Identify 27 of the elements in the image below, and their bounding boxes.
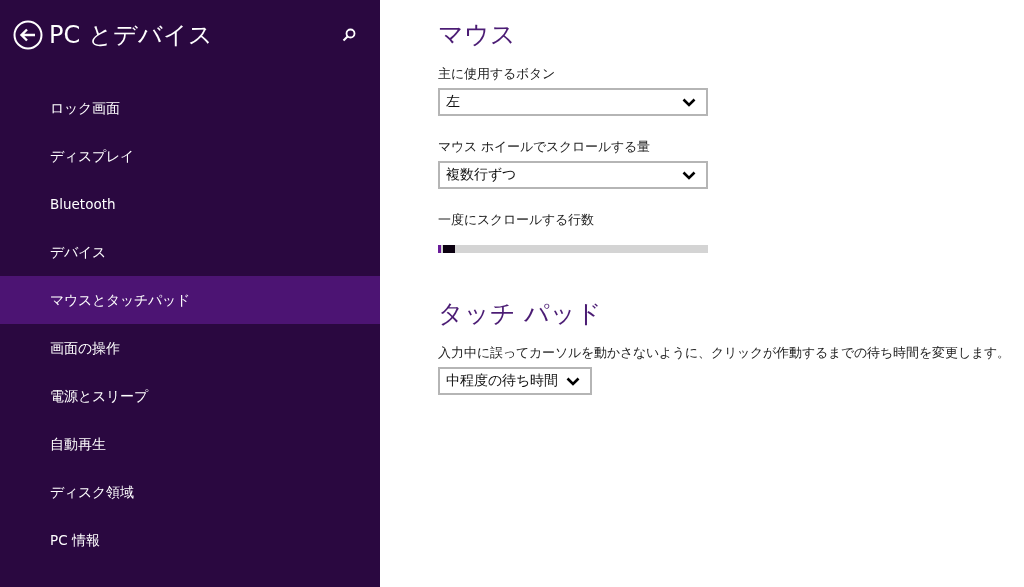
chevron-icon: [682, 97, 696, 107]
chevron-icon: [566, 376, 580, 386]
dropdown[interactable]: 中程度の待ち時間: [438, 367, 592, 395]
sidebar-item[interactable]: ロック画面: [0, 84, 380, 132]
back-icon[interactable]: [13, 20, 43, 50]
chevron-icon: [682, 170, 696, 180]
sidebar-item[interactable]: Bluetooth: [0, 180, 380, 228]
slider[interactable]: [438, 245, 708, 253]
sidebar-item[interactable]: 画面の操作: [0, 324, 380, 372]
sidebar-item[interactable]: PC 情報: [0, 516, 380, 564]
setting-label: 主に使用するボタン: [438, 65, 555, 83]
dropdown[interactable]: 複数行ずつ: [438, 161, 708, 189]
sidebar-item[interactable]: マウスとタッチパッド: [0, 276, 380, 324]
dropdown[interactable]: 左: [438, 88, 708, 116]
sidebar-item[interactable]: 自動再生: [0, 420, 380, 468]
slider-thumb[interactable]: [442, 245, 455, 253]
search-icon[interactable]: [342, 28, 356, 42]
sidebar-item[interactable]: デバイス: [0, 228, 380, 276]
setting-label: マウス ホイールでスクロールする量: [438, 138, 651, 156]
sidebar-item[interactable]: ディスプレイ: [0, 132, 380, 180]
sidebar-title: PC とデバイス: [49, 20, 214, 51]
section-heading: マウス: [438, 19, 516, 51]
setting-label: 入力中に誤ってカーソルを動かさないように、クリックが作動するまでの待ち時間を変更します。: [438, 344, 1010, 362]
setting-label: 一度にスクロールする行数: [438, 211, 594, 229]
sidebar-item[interactable]: ディスク領域: [0, 468, 380, 516]
sidebar-item[interactable]: 電源とスリープ: [0, 372, 380, 420]
section-heading: タッチ パッド: [438, 298, 602, 330]
